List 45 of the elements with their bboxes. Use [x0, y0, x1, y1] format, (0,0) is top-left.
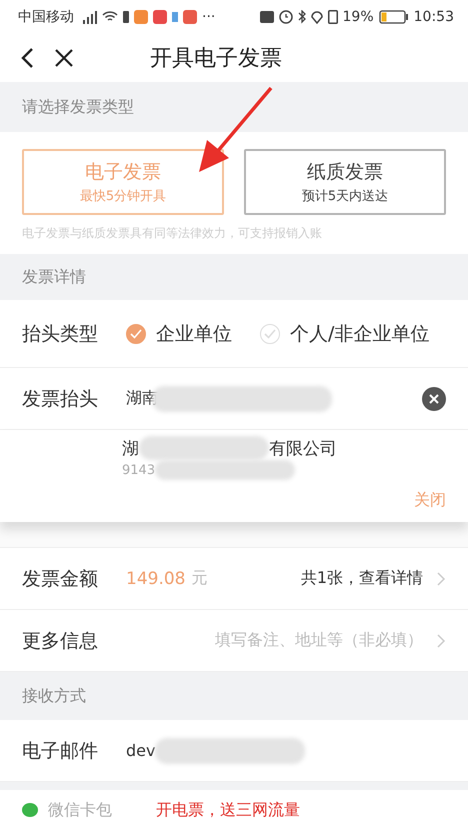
check-icon	[130, 328, 142, 338]
email-value[interactable]: dev	[126, 741, 156, 760]
invoice-count-link[interactable]: 共1张，查看详情	[300, 568, 423, 589]
section-header: 请选择发票类型	[22, 96, 134, 118]
location-icon	[310, 10, 323, 24]
vibrate-icon	[328, 10, 338, 24]
field-label: 抬头类型	[22, 322, 99, 346]
chevron-icon	[437, 572, 446, 586]
page-title: 开具电子发票	[150, 45, 282, 73]
invoice-title-value[interactable]: 湖南	[126, 388, 158, 409]
clock-time: 10:53	[414, 9, 454, 25]
field-label: 发票金额	[22, 566, 99, 592]
suggestion-name-start[interactable]: 湖	[122, 436, 139, 460]
app-notification-icon	[172, 12, 178, 22]
app-notification-icon	[134, 10, 148, 24]
amount-value: 149.08	[126, 568, 186, 588]
section-header: 接收方式	[22, 686, 86, 706]
battery-percentage: 19%	[342, 9, 374, 25]
bluetooth-icon	[298, 10, 306, 24]
chevron-icon	[437, 634, 446, 648]
app-notification-icon	[183, 10, 197, 24]
suggestion-tax-id: 9143	[122, 462, 156, 478]
currency-unit: 元	[191, 568, 208, 589]
sim-icon	[123, 11, 129, 23]
close-button[interactable]	[54, 48, 74, 68]
app-notification-icon	[153, 10, 167, 24]
suggestion-name-end[interactable]: 有限公司	[269, 436, 337, 460]
clear-button[interactable]	[422, 386, 446, 410]
title-type-radio[interactable]: 个人/非企业单位	[260, 320, 430, 346]
carrier-name: 中国移动	[18, 8, 74, 26]
battery-icon	[378, 10, 409, 24]
hd-icon	[260, 11, 274, 23]
wallet-icon	[22, 802, 40, 818]
field-label: 发票抬头	[22, 386, 99, 412]
invoice-type-option[interactable]: 纸质发票 预计5天内送达	[244, 149, 446, 215]
field-label: 更多信息	[22, 628, 99, 654]
more-notifications: ···	[202, 9, 216, 25]
promo-text: 开电票，送三网流量	[156, 800, 300, 820]
alarm-icon	[278, 10, 293, 24]
check-icon	[264, 328, 276, 338]
field-label: 电子邮件	[22, 738, 99, 764]
back-button[interactable]	[20, 47, 34, 69]
section-header: 发票详情	[22, 266, 86, 288]
wifi-icon	[102, 11, 118, 23]
title-type-radio[interactable]: 企业单位	[126, 320, 232, 346]
